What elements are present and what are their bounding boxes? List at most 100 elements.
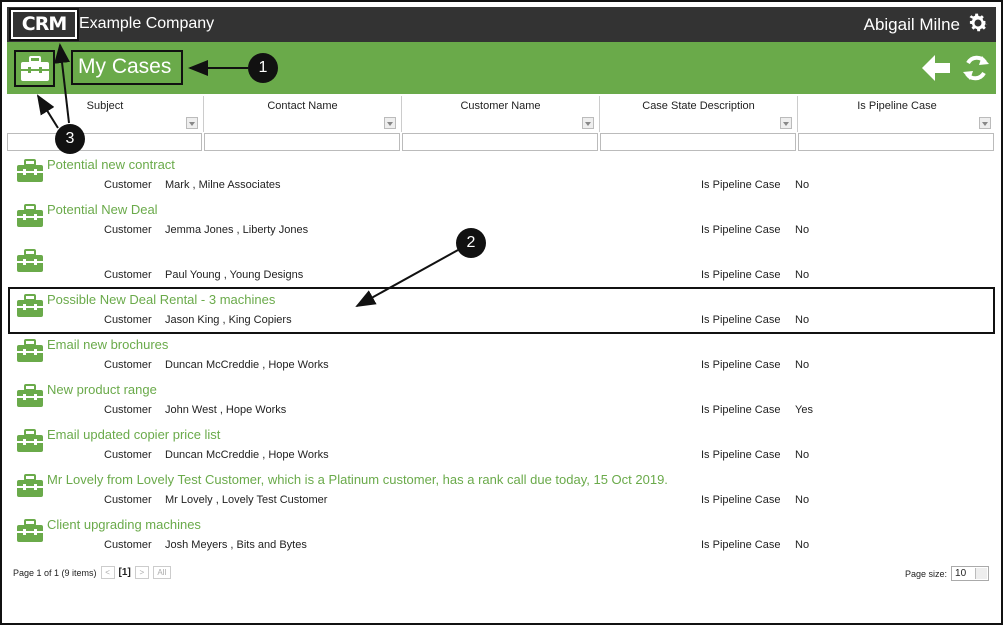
filter-row — [7, 133, 996, 153]
column-label: Case State Description — [642, 100, 755, 112]
briefcase-icon — [17, 429, 43, 452]
case-subject-link[interactable]: Client upgrading machines — [47, 517, 201, 532]
cases-button[interactable] — [14, 50, 55, 87]
pipeline-label: Is Pipeline Case — [701, 404, 781, 416]
pipeline-label: Is Pipeline Case — [701, 269, 781, 281]
column-label: Subject — [86, 100, 124, 112]
pipeline-value: Yes — [795, 404, 813, 416]
current-page[interactable]: [1] — [119, 567, 131, 578]
case-subject-link[interactable]: Potential New Deal — [47, 202, 158, 217]
callout-2: 2 — [456, 228, 486, 258]
filter-subject-input[interactable] — [7, 133, 202, 151]
case-row[interactable]: Client upgrading machines Customer Josh Me… — [0, 515, 1003, 560]
customer-value: Duncan McCreddie , Hope Works — [165, 359, 329, 371]
customer-value: Mark , Milne Associates — [165, 179, 281, 191]
filter-dropdown-icon[interactable] — [582, 117, 594, 129]
briefcase-icon — [20, 55, 49, 81]
next-page-button[interactable]: > — [134, 566, 149, 579]
pipeline-label: Is Pipeline Case — [701, 539, 781, 551]
filter-dropdown-icon[interactable] — [186, 117, 198, 129]
customer-label: Customer — [104, 494, 152, 506]
filter-dropdown-icon[interactable] — [384, 117, 396, 129]
customer-label: Customer — [104, 224, 152, 236]
case-row[interactable]: Email updated copier price list Customer D… — [0, 425, 1003, 470]
customer-label: Customer — [104, 539, 152, 551]
case-row[interactable]: Mr Lovely from Lovely Test Customer, whi… — [0, 470, 1003, 515]
case-row[interactable]: Potential New Deal Customer Jemma Jones , … — [0, 200, 1003, 245]
column-contact-name[interactable]: Contact Name — [204, 96, 402, 132]
pipeline-label: Is Pipeline Case — [701, 449, 781, 461]
case-subject-link[interactable]: New product range — [47, 382, 157, 397]
user-name[interactable]: Abigail Milne — [864, 15, 960, 35]
customer-label: Customer — [104, 359, 152, 371]
case-list: Potential new contract Customer Mark , Mil… — [0, 155, 1003, 560]
pipeline-value: No — [795, 359, 810, 371]
gear-icon[interactable] — [966, 11, 990, 35]
column-case-state[interactable]: Case State Description — [600, 96, 798, 132]
case-subject-link[interactable]: Mr Lovely from Lovely Test Customer, whi… — [47, 472, 668, 487]
filter-customer-input[interactable] — [402, 133, 598, 151]
customer-label: Customer — [104, 449, 152, 461]
case-subject-link[interactable]: Email updated copier price list — [47, 427, 220, 442]
back-arrow-icon[interactable] — [920, 53, 952, 83]
customer-value: Josh Meyers , Bits and Bytes — [165, 539, 307, 551]
pipeline-value: No — [795, 539, 810, 551]
callout-3: 3 — [55, 124, 85, 154]
briefcase-icon — [17, 339, 43, 362]
customer-value: Paul Young , Young Designs — [165, 269, 304, 281]
pipeline-value: No — [795, 449, 810, 461]
pager-info: Page 1 of 1 (9 items) — [13, 567, 97, 578]
page-header: My Cases — [7, 42, 996, 94]
column-subject[interactable]: Subject — [7, 96, 204, 132]
pipeline-label: Is Pipeline Case — [701, 494, 781, 506]
customer-label: Customer — [104, 404, 152, 416]
crm-logo[interactable]: CRM — [9, 8, 79, 41]
page-size-label: Page size: — [905, 568, 948, 579]
briefcase-icon — [17, 474, 43, 497]
column-is-pipeline[interactable]: Is Pipeline Case — [798, 96, 996, 132]
customer-value: John West , Hope Works — [165, 404, 287, 416]
all-pages-button[interactable]: All — [152, 566, 171, 579]
customer-value: Mr Lovely , Lovely Test Customer — [165, 494, 328, 506]
briefcase-icon — [17, 159, 43, 182]
case-row[interactable]: Customer Paul Young , Young Designs Is Pip… — [0, 245, 1003, 290]
briefcase-icon — [17, 519, 43, 542]
column-label: Is Pipeline Case — [857, 100, 937, 112]
pipeline-label: Is Pipeline Case — [701, 179, 781, 191]
case-row[interactable]: Potential new contract Customer Mark , Mil… — [0, 155, 1003, 200]
page-title: My Cases — [71, 50, 183, 85]
top-bar: CRM Example Company Abigail Milne — [7, 7, 996, 42]
filter-pipeline-input[interactable] — [798, 133, 994, 151]
customer-label: Customer — [104, 179, 152, 191]
column-label: Contact Name — [267, 100, 338, 112]
pipeline-value: No — [795, 269, 810, 281]
page-size: Page size: 10 — [905, 566, 990, 581]
briefcase-icon — [17, 204, 43, 227]
customer-value: Jemma Jones , Liberty Jones — [165, 224, 309, 236]
column-label: Customer Name — [460, 100, 541, 112]
briefcase-icon — [17, 384, 43, 407]
company-name: Example Company — [79, 15, 215, 32]
pager: Page 1 of 1 (9 items) < [1] > All — [13, 566, 171, 579]
page-size-select[interactable]: 10 — [951, 566, 990, 581]
prev-page-button[interactable]: < — [100, 566, 115, 579]
refresh-icon[interactable] — [962, 53, 990, 83]
filter-contact-input[interactable] — [204, 133, 400, 151]
pipeline-label: Is Pipeline Case — [701, 224, 781, 236]
grid-header: Subject Contact Name Customer Name Case … — [7, 96, 996, 132]
case-row[interactable]: New product range Customer John West , Hop… — [0, 380, 1003, 425]
row-highlight-box — [8, 287, 995, 334]
customer-label: Customer — [104, 269, 152, 281]
customer-value: Duncan McCreddie , Hope Works — [165, 449, 329, 461]
column-customer-name[interactable]: Customer Name — [402, 96, 600, 132]
briefcase-icon — [17, 249, 43, 272]
filter-case-state-input[interactable] — [600, 133, 796, 151]
filter-dropdown-icon[interactable] — [979, 117, 991, 129]
case-row[interactable]: Email new brochures Customer Duncan McCred… — [0, 335, 1003, 380]
case-subject-link[interactable]: Email new brochures — [47, 337, 168, 352]
pipeline-value: No — [795, 494, 810, 506]
callout-1: 1 — [248, 53, 278, 83]
pipeline-value: No — [795, 224, 810, 236]
filter-dropdown-icon[interactable] — [780, 117, 792, 129]
case-subject-link[interactable]: Potential new contract — [47, 157, 175, 172]
